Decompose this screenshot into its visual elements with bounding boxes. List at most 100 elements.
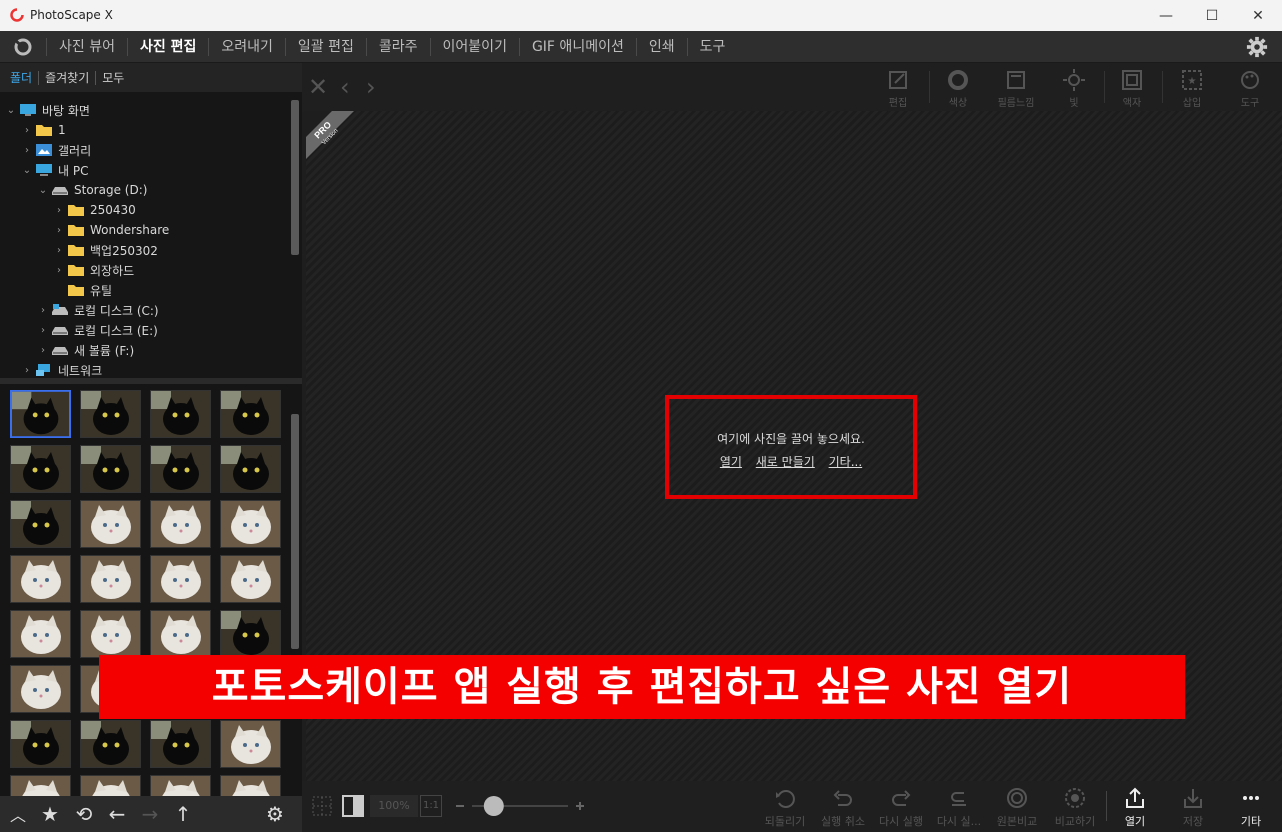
tree-node[interactable]: 유틸 xyxy=(52,280,112,300)
previous-photo-button[interactable]: ‹ xyxy=(340,73,350,101)
arrow-right-icon[interactable]: → xyxy=(136,800,164,828)
chevron-right-icon[interactable]: › xyxy=(36,325,50,336)
maximize-button[interactable]: ☐ xyxy=(1189,0,1235,31)
photo-thumbnail[interactable] xyxy=(80,445,141,493)
bottom-action-button[interactable]: 다시 실행 xyxy=(872,787,930,829)
split-view-icon[interactable] xyxy=(342,795,364,817)
photo-thumbnail[interactable] xyxy=(220,445,281,493)
tool-button[interactable]: 빛 xyxy=(1046,67,1102,111)
tool-button[interactable]: 필름느낌 xyxy=(988,67,1044,111)
photo-thumbnail[interactable] xyxy=(150,775,211,796)
chevron-down-icon[interactable]: ⌄ xyxy=(20,165,34,176)
tree-node[interactable]: › 250430 xyxy=(52,200,136,220)
next-photo-button[interactable]: › xyxy=(366,73,376,101)
tree-scrollbar[interactable] xyxy=(291,100,299,255)
tree-node[interactable]: › 로컬 디스크 (E:) xyxy=(36,320,158,340)
chevron-up-icon[interactable]: ︿ xyxy=(4,800,32,828)
chevron-right-icon[interactable]: › xyxy=(20,125,34,136)
menu-tab[interactable]: GIF 애니메이션 xyxy=(518,38,636,56)
zoom-slider[interactable] xyxy=(454,794,586,818)
bottom-action-button[interactable]: 되돌리기 xyxy=(756,787,814,829)
photo-thumbnail[interactable] xyxy=(10,775,71,796)
photo-thumbnail[interactable] xyxy=(220,775,281,796)
photo-thumbnail[interactable] xyxy=(220,610,281,658)
photo-thumbnail[interactable] xyxy=(80,610,141,658)
bottom-action-button[interactable]: 기타 xyxy=(1222,787,1280,829)
photo-thumbnail[interactable] xyxy=(80,775,141,796)
tool-button[interactable]: ★ 삽입 xyxy=(1164,67,1220,111)
bottom-action-button[interactable]: 저장 xyxy=(1164,787,1222,829)
photo-thumbnail[interactable] xyxy=(80,390,141,438)
gear-icon[interactable]: ⚙ xyxy=(261,800,289,828)
tool-button[interactable]: 편집 xyxy=(870,67,926,111)
minimize-button[interactable]: — xyxy=(1143,0,1189,31)
tree-node[interactable]: ⌄ 내 PC xyxy=(20,160,89,180)
close-photo-button[interactable]: ✕ xyxy=(308,73,328,101)
photo-thumbnail[interactable] xyxy=(150,390,211,438)
chevron-down-icon[interactable]: ⌄ xyxy=(36,185,50,196)
photo-thumbnail[interactable] xyxy=(10,500,71,548)
tree-node[interactable]: ⌄ 바탕 화면 xyxy=(4,100,90,120)
photo-thumbnail[interactable] xyxy=(220,500,281,548)
bottom-action-button[interactable]: 다시 실... xyxy=(930,787,988,829)
photo-thumbnail[interactable] xyxy=(80,720,141,768)
photo-thumbnail[interactable] xyxy=(150,445,211,493)
tree-node[interactable]: › 갤러리 xyxy=(20,140,91,160)
menu-tab[interactable]: 사진 편집 xyxy=(126,38,208,56)
chevron-right-icon[interactable]: › xyxy=(52,225,66,236)
new-link[interactable]: 새로 만들기 xyxy=(756,455,815,469)
menu-tab[interactable]: 인쇄 xyxy=(635,38,687,56)
chevron-right-icon[interactable]: › xyxy=(52,245,66,256)
photo-thumbnail[interactable] xyxy=(220,555,281,603)
tool-button[interactable]: 도구 xyxy=(1222,67,1278,111)
menu-tab[interactable]: 사진 뷰어 xyxy=(46,38,127,56)
photo-thumbnail[interactable] xyxy=(10,390,71,438)
tree-node[interactable]: › 외장하드 xyxy=(52,260,134,280)
thumbnail-scrollbar[interactable] xyxy=(291,414,299,649)
photo-thumbnail[interactable] xyxy=(220,720,281,768)
arrow-up-icon[interactable]: ↑ xyxy=(169,800,197,828)
bottom-action-button[interactable]: 원본비교 xyxy=(988,787,1046,829)
tree-node[interactable]: › 새 볼륨 (F:) xyxy=(36,340,134,360)
chevron-right-icon[interactable]: › xyxy=(36,345,50,356)
tree-node[interactable]: › Wondershare xyxy=(52,220,169,240)
photo-thumbnail[interactable] xyxy=(150,720,211,768)
photo-thumbnail[interactable] xyxy=(150,500,211,548)
more-link[interactable]: 기타... xyxy=(829,455,863,469)
actual-size-button[interactable]: 1:1 xyxy=(420,795,442,817)
photo-thumbnail[interactable] xyxy=(150,555,211,603)
photo-thumbnail[interactable] xyxy=(220,390,281,438)
tab-folder[interactable]: 폴더 xyxy=(4,71,38,85)
refresh-icon[interactable]: ⟲ xyxy=(70,800,98,828)
tool-button[interactable]: 색상 xyxy=(930,67,986,111)
zoom-value[interactable]: 100% xyxy=(370,795,418,817)
chevron-right-icon[interactable]: › xyxy=(20,365,34,376)
bottom-action-button[interactable]: 실행 취소 xyxy=(814,787,872,829)
menu-tab[interactable]: 콜라주 xyxy=(365,38,430,56)
menu-tab[interactable]: 오려내기 xyxy=(208,38,285,56)
open-link[interactable]: 열기 xyxy=(720,455,742,469)
photo-thumbnail[interactable] xyxy=(10,445,71,493)
tree-node[interactable]: ⌄ Storage (D:) xyxy=(36,180,148,200)
tab-all[interactable]: 모두 xyxy=(95,70,130,85)
chevron-right-icon[interactable]: › xyxy=(52,265,66,276)
photo-thumbnail[interactable] xyxy=(10,610,71,658)
tree-node[interactable]: › 네트워크 xyxy=(20,360,102,380)
photo-thumbnail[interactable] xyxy=(150,610,211,658)
bottom-action-button[interactable]: 비교하기 xyxy=(1046,787,1104,829)
chevron-right-icon[interactable]: › xyxy=(36,305,50,316)
photo-thumbnail[interactable] xyxy=(10,555,71,603)
photo-thumbnail[interactable] xyxy=(80,555,141,603)
chevron-right-icon[interactable]: › xyxy=(52,205,66,216)
star-icon[interactable]: ★ xyxy=(36,800,64,828)
gear-icon[interactable] xyxy=(1246,36,1268,58)
tree-node[interactable]: › 1 xyxy=(20,120,66,140)
photo-thumbnail[interactable] xyxy=(10,665,71,713)
grid-icon[interactable] xyxy=(312,796,332,816)
tab-favorites[interactable]: 즐겨찾기 xyxy=(38,70,95,85)
bottom-action-button[interactable]: 열기 xyxy=(1106,787,1164,829)
tool-button[interactable]: 액자 xyxy=(1104,67,1160,111)
chevron-down-icon[interactable]: ⌄ xyxy=(4,105,18,116)
app-home-icon[interactable] xyxy=(12,37,34,57)
menu-tab[interactable]: 도구 xyxy=(686,38,738,56)
